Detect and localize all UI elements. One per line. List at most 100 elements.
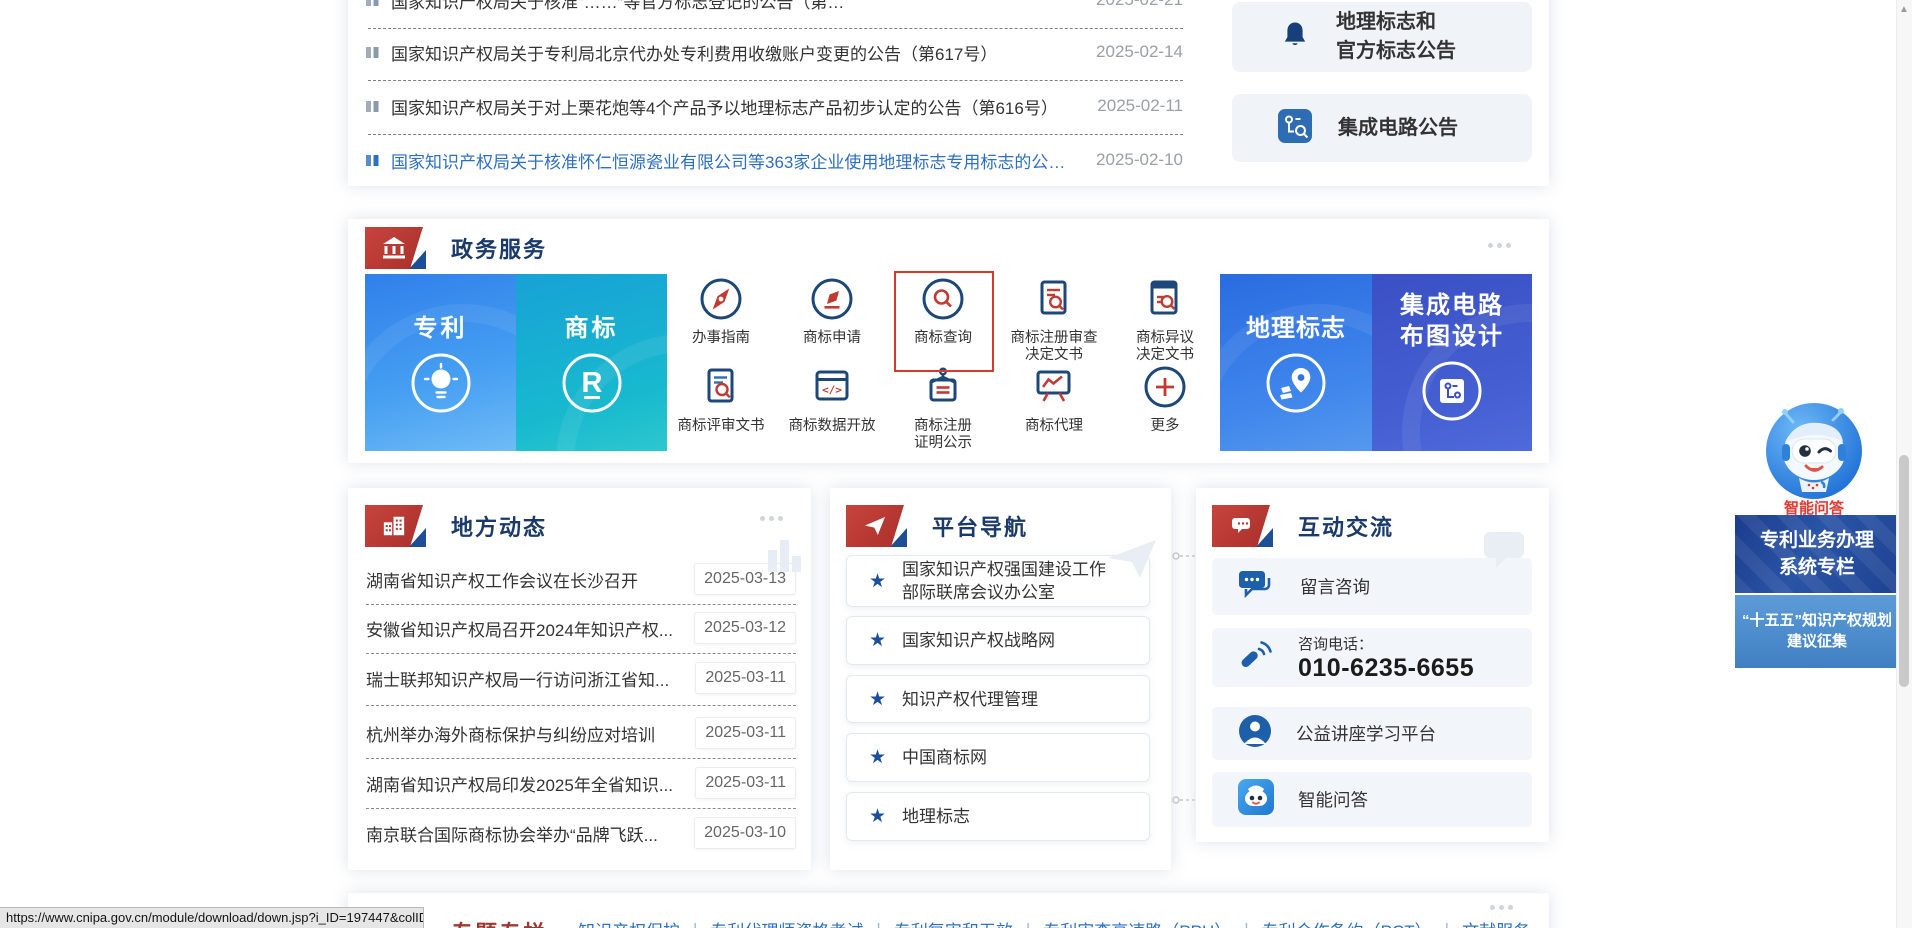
divider [366, 758, 796, 759]
bell-icon [1280, 20, 1310, 55]
scroll-up-arrow[interactable]: ▲ [1899, 4, 1909, 15]
announcement-row[interactable]: 国家知识产权局关于专利局北京代办处专利费用收缴账户变更的公告（第617号） 20… [365, 35, 1183, 69]
tile-ic-label: 集成电路 布图设计 [1372, 290, 1532, 352]
star-icon: ★ [869, 629, 886, 652]
service-label: 商标注册 [888, 418, 998, 435]
local-news-title[interactable]: 杭州举办海外商标保护与纠纷应对培训 [366, 721, 655, 746]
announcements-panel: 国家知识产权局关于核准“……”等官方标志登记的公告（第… 2025-02-21 … [348, 0, 1549, 186]
tile-ic-layout[interactable]: 集成电路 布图设计 [1372, 274, 1532, 451]
local-news-row[interactable]: 南京联合国际商标协会举办“品牌飞跃... 2025-03-10 [366, 816, 796, 850]
tile-trademark[interactable]: 商标 R [516, 274, 667, 451]
phone-number: 010-6235-6655 [1298, 654, 1474, 683]
plus-circle-icon [1142, 397, 1188, 414]
phone-icon [1238, 638, 1274, 677]
more-menu-dots[interactable] [760, 516, 783, 521]
footer-link-reexam[interactable]: 专利复审和无效 [894, 917, 1013, 928]
local-news-row[interactable]: 杭州举办海外商标保护与纠纷应对培训 2025-03-11 [366, 716, 796, 750]
ip-plan-banner[interactable]: “十五五”知识产权规划 建议征集 [1735, 595, 1899, 668]
more-menu-dots[interactable] [1488, 243, 1511, 248]
footer-link-literature[interactable]: 文献服务 [1462, 917, 1530, 928]
nav-item-agency-admin[interactable]: ★ 知识产权代理管理 [846, 675, 1150, 723]
divider [368, 134, 1183, 135]
ai-qa-item[interactable]: 智能问答 [1212, 772, 1532, 827]
section-title: 平台导航 [898, 505, 1076, 547]
geo-official-sign-announcements-link[interactable]: 地理标志和 官方标志公告 [1232, 2, 1532, 72]
paper-plane-watermark-icon [1106, 536, 1158, 585]
local-news-row[interactable]: 安徽省知识产权局召开2024年知识产权... 2025-03-12 [366, 611, 796, 645]
doc-search2-icon [1142, 309, 1188, 326]
banner-line2: 系统专栏 [1735, 554, 1899, 581]
local-news-title[interactable]: 湖南省知识产权局印发2025年全省知识... [366, 771, 673, 796]
divider [368, 28, 1183, 29]
pen-icon [809, 309, 855, 326]
more-menu-dots[interactable] [1490, 905, 1513, 910]
service-tm-review-docs[interactable]: 商标评审文书 [666, 364, 776, 435]
code-window-icon: </> [809, 397, 855, 414]
interaction-label: 智能问答 [1298, 787, 1368, 812]
announcement-link[interactable]: 国家知识产权局关于核准“……”等官方标志登记的公告（第… [380, 0, 1078, 13]
robot-icon [1238, 779, 1274, 820]
footer-link-agent-exam[interactable]: 专利代理师资格考试 [710, 917, 863, 928]
tile-geo-label: 地理标志 [1220, 308, 1372, 343]
interaction-label: 公益讲座学习平台 [1296, 721, 1436, 746]
compass-icon [698, 309, 744, 326]
local-news-title[interactable]: 瑞士联邦知识产权局一行访问浙江省知... [366, 666, 669, 691]
local-news-title[interactable]: 湖南省知识产权工作会议在长沙召开 [366, 567, 638, 592]
lecture-platform-item[interactable]: 公益讲座学习平台 [1212, 707, 1532, 760]
patent-system-banner[interactable]: 专利业务办理 系统专栏 [1735, 515, 1899, 593]
announcement-link[interactable]: 国家知识产权局关于核准怀仁恒源瓷业有限公司等363家企业使用地理标志专用标志的公… [380, 148, 1078, 173]
scrollbar-thumb[interactable] [1899, 455, 1909, 687]
tile-patent[interactable]: 专利 [365, 274, 516, 451]
local-news-title[interactable]: 南京联合国际商标协会举办“品牌飞跃... [366, 821, 658, 846]
interaction-label: 留言咨询 [1300, 574, 1370, 599]
service-tm-exam-docs[interactable]: 商标注册审查 决定文书 [999, 276, 1109, 364]
cert-sign-icon [920, 397, 966, 414]
service-tm-cert-public[interactable]: 商标注册 证明公示 [888, 364, 998, 452]
local-news-row[interactable]: 湖南省知识产权局印发2025年全省知识... 2025-03-11 [366, 766, 796, 800]
bullet-grid-icon [365, 0, 380, 8]
separator: | [693, 920, 697, 928]
svg-text:</>: </> [822, 384, 842, 397]
separator: | [876, 920, 880, 928]
local-news-date: 2025-03-11 [695, 717, 796, 749]
nav-item-label: 国家知识产权战略网 [902, 629, 1114, 652]
nav-item-strategy-net[interactable]: ★ 国家知识产权战略网 [846, 616, 1150, 665]
star-icon: ★ [869, 688, 886, 711]
ic-chip-icon [1278, 109, 1312, 148]
doc-search-icon [1031, 309, 1077, 326]
phone-consult-item[interactable]: 咨询电话： 010-6235-6655 [1212, 628, 1532, 687]
local-news-date: 2025-03-11 [695, 767, 796, 799]
tile-geo-indication[interactable]: 地理标志 [1220, 274, 1372, 451]
footer-link-pct[interactable]: 专利合作条约（PCT） [1262, 917, 1432, 928]
highlight-box [894, 271, 994, 372]
local-news-row[interactable]: 瑞士联邦知识产权局一行访问浙江省知... 2025-03-11 [366, 661, 796, 695]
announcement-row[interactable]: 国家知识产权局关于对上栗花炮等4个产品予以地理标志产品初步认定的公告（第616号… [365, 89, 1183, 123]
service-label: 商标评审文书 [666, 418, 776, 435]
registered-mark-icon: R [561, 352, 623, 419]
announcement-link[interactable]: 国家知识产权局关于对上栗花炮等4个产品予以地理标志产品初步认定的公告（第616号… [380, 94, 1079, 119]
service-trademark-apply[interactable]: 商标申请 [777, 276, 887, 347]
announcement-row-hovered[interactable]: 国家知识产权局关于核准怀仁恒源瓷业有限公司等363家企业使用地理标志专用标志的公… [365, 143, 1183, 177]
announcement-date: 2025-02-14 [1096, 42, 1183, 62]
footer-link-pph[interactable]: 专利审查高速路（PPH） [1043, 917, 1231, 928]
nav-item-china-trademark[interactable]: ★ 中国商标网 [846, 733, 1150, 782]
local-news-date: 2025-03-10 [694, 817, 796, 849]
svg-text:R: R [581, 367, 602, 399]
nav-item-qiangguo-office[interactable]: ★ 国家知识产权强国建设工作部际联席会议办公室 [846, 555, 1150, 607]
service-tm-data-open[interactable]: </> 商标数据开放 [777, 364, 887, 435]
local-news-title[interactable]: 安徽省知识产权局召开2024年知识产权... [366, 616, 673, 641]
service-banshizhinan[interactable]: 办事指南 [666, 276, 776, 347]
service-tm-agency[interactable]: 商标代理 [999, 364, 1109, 435]
announcement-link[interactable]: 国家知识产权局关于专利局北京代办处专利费用收缴账户变更的公告（第617号） [380, 40, 1078, 65]
service-more[interactable]: 更多 [1110, 364, 1220, 435]
nav-item-geo-indication[interactable]: ★ 地理标志 [846, 792, 1150, 841]
service-tm-opposition-docs[interactable]: 商标异议 决定文书 [1110, 276, 1220, 364]
circuit-icon [1421, 360, 1483, 427]
local-news-row[interactable]: 湖南省知识产权工作会议在长沙召开 2025-03-13 [366, 562, 796, 596]
announcement-row[interactable]: 国家知识产权局关于核准“……”等官方标志登记的公告（第… 2025-02-21 [365, 0, 1183, 17]
scrollbar-track[interactable]: ▲ [1896, 0, 1912, 928]
person-icon [1238, 714, 1272, 753]
ai-mascot[interactable] [1765, 402, 1863, 500]
ic-announcements-link[interactable]: 集成电路公告 [1232, 94, 1532, 162]
divider [366, 705, 796, 706]
